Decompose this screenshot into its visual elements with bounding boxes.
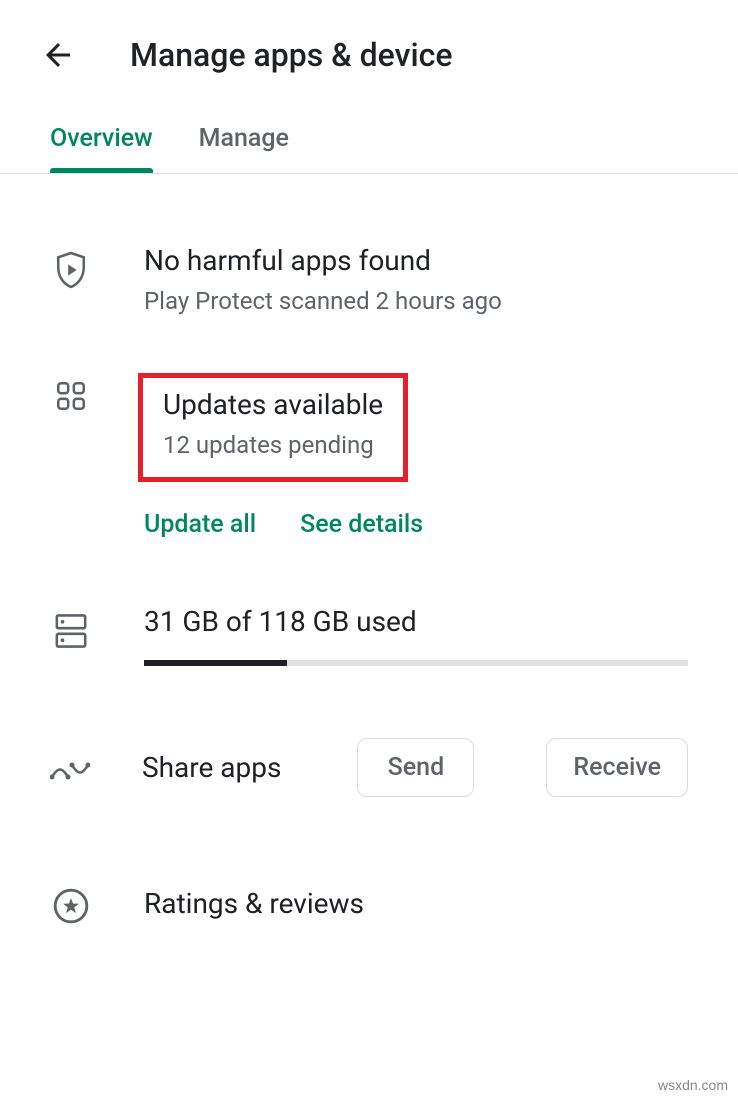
storage-section[interactable]: 31 GB of 118 GB used bbox=[0, 605, 738, 666]
page-title: Manage apps & device bbox=[130, 36, 452, 74]
see-details-button[interactable]: See details bbox=[300, 510, 423, 539]
share-apps-section: Share apps Send Receive bbox=[0, 738, 738, 797]
storage-progress bbox=[144, 660, 688, 666]
shield-play-icon bbox=[50, 244, 92, 290]
share-title: Share apps bbox=[142, 751, 281, 784]
storage-icon bbox=[50, 605, 92, 651]
watermark: wsxdn.com bbox=[658, 1077, 728, 1093]
tab-overview[interactable]: Overview bbox=[50, 124, 153, 173]
receive-button[interactable]: Receive bbox=[546, 738, 688, 797]
ratings-section[interactable]: Ratings & reviews bbox=[0, 881, 738, 925]
updates-title: Updates available bbox=[163, 388, 383, 421]
protect-title: No harmful apps found bbox=[144, 244, 688, 277]
tab-manage[interactable]: Manage bbox=[199, 124, 289, 173]
protect-subtitle: Play Protect scanned 2 hours ago bbox=[144, 287, 688, 315]
arrow-back-icon bbox=[40, 37, 76, 73]
apps-grid-icon bbox=[50, 373, 92, 413]
share-icon bbox=[50, 751, 90, 785]
ratings-title: Ratings & reviews bbox=[144, 887, 688, 920]
updates-highlight: Updates available 12 updates pending bbox=[138, 373, 408, 482]
back-button[interactable] bbox=[40, 37, 76, 73]
updates-subtitle: 12 updates pending bbox=[163, 431, 383, 459]
play-protect-section[interactable]: No harmful apps found Play Protect scann… bbox=[0, 244, 738, 315]
star-circle-icon bbox=[50, 881, 92, 925]
send-button[interactable]: Send bbox=[357, 738, 474, 797]
storage-progress-fill bbox=[144, 660, 287, 666]
storage-title: 31 GB of 118 GB used bbox=[144, 605, 688, 638]
updates-section: Updates available 12 updates pending Upd… bbox=[0, 373, 738, 539]
update-all-button[interactable]: Update all bbox=[144, 510, 256, 539]
